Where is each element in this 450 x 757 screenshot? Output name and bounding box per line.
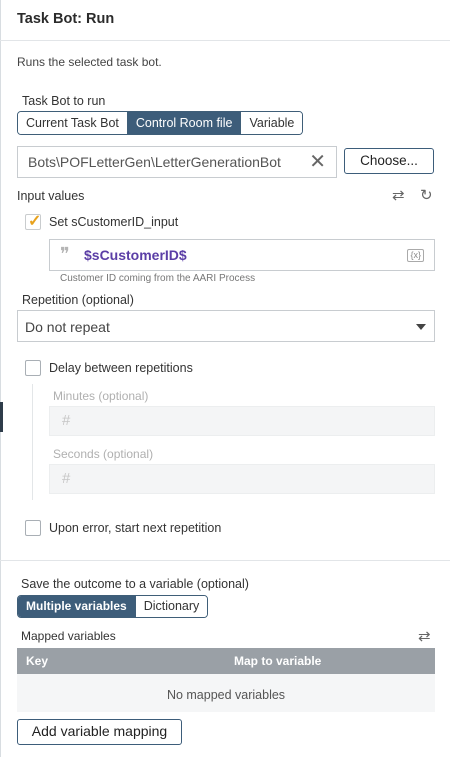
swap-icon[interactable]: ⇄ [392,186,405,204]
table-body: No mapped variables [17,674,435,712]
minutes-input: # [49,406,435,436]
repetition-label: Repetition (optional) [22,293,134,307]
variable-picker-icon[interactable]: {x} [407,249,424,262]
swap-icon[interactable]: ⇄ [418,627,431,645]
minutes-label: Minutes (optional) [53,389,149,403]
option-control-room-file[interactable]: Control Room file [127,112,242,134]
option-multiple-variables[interactable]: Multiple variables [18,596,136,617]
choose-button[interactable]: Choose... [344,148,434,174]
table-header: Key Map to variable [17,648,435,674]
add-variable-mapping-button[interactable]: Add variable mapping [17,719,182,745]
param-value: $sCustomerID$ [84,247,187,263]
taskbot-file-input[interactable]: Bots\POFLetterGen\LetterGenerationBot ✕ [17,146,337,178]
section-divider [0,560,450,561]
number-icon: # [62,412,71,429]
delay-group-line [32,384,33,500]
column-map-to-variable: Map to variable [234,654,322,668]
outcome-type-toggle: Multiple variables Dictionary [17,595,209,618]
param-label: Set sCustomerID_input [49,215,179,229]
delay-label: Delay between repetitions [49,361,193,375]
on-error-label: Upon error, start next repetition [49,521,222,535]
panel-border [0,0,1,757]
param-hint: Customer ID coming from the AARI Process [60,273,256,284]
checkmark-icon: ✓ [28,213,42,230]
option-dictionary[interactable]: Dictionary [135,596,208,617]
file-path-value: Bots\POFLetterGen\LetterGenerationBot [28,154,281,170]
option-variable[interactable]: Variable [241,112,303,134]
input-values-label: Input values [17,189,85,203]
panel-title: Task Bot: Run [17,11,115,27]
param-value-input[interactable]: ❞ $sCustomerID$ {x} [49,239,435,271]
seconds-input: # [49,464,435,494]
option-current-task-bot[interactable]: Current Task Bot [18,112,128,134]
refresh-icon[interactable]: ↻ [420,186,433,204]
column-key: Key [26,654,49,668]
param-checkbox[interactable]: ✓ [25,213,42,230]
repetition-select[interactable]: Do not repeat [17,310,435,342]
taskbot-source-toggle: Current Task Bot Control Room file Varia… [17,111,304,135]
divider [0,40,450,41]
resize-handle[interactable] [0,402,3,432]
taskbot-label: Task Bot to run [22,94,106,108]
delay-checkbox[interactable] [25,360,41,376]
quote-icon: ❞ [60,244,70,265]
close-icon[interactable]: ✕ [309,152,326,172]
outcome-label: Save the outcome to a variable (optional… [21,577,249,591]
seconds-label: Seconds (optional) [53,447,154,461]
mapped-variables-label: Mapped variables [21,629,116,643]
number-icon: # [62,470,71,487]
on-error-checkbox[interactable] [25,520,41,536]
panel-description: Runs the selected task bot. [17,55,162,69]
repetition-value: Do not repeat [25,319,110,335]
empty-state: No mapped variables [166,688,286,702]
chevron-down-icon [416,324,426,330]
